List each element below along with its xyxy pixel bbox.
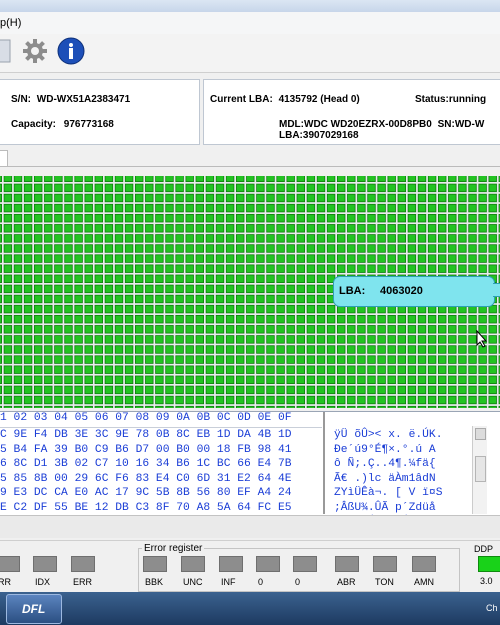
current-lba-row: Current LBA: 4135792 (Head 0) xyxy=(210,94,360,105)
current-lba-value: 4135792 (Head 0) xyxy=(278,94,360,105)
error-register-label: Error register xyxy=(142,543,205,554)
sn-row: S/N: WD-WX51A2383471 xyxy=(11,94,130,105)
model-row: MDL:WDC WD20EZRX-00D8PB0 SN:WD-W xyxy=(279,119,484,130)
error-bit-5-label: ABR xyxy=(337,577,356,587)
lba-total-label: LBA: xyxy=(279,130,303,140)
ascii-row[interactable]: ZYìÜÊà¬. [ V ï¤S xyxy=(334,487,442,499)
error-bit-7-label: AMN xyxy=(414,577,434,587)
ascii-row[interactable]: Ã€ .)lc äÀm1âdN xyxy=(334,473,436,485)
capacity-value: 976773168 xyxy=(63,119,114,130)
status-err-led xyxy=(71,556,95,572)
status-idx-led xyxy=(33,556,57,572)
scroll-up-button[interactable] xyxy=(475,428,486,440)
scroll-thumb[interactable] xyxy=(475,456,486,482)
taskbar-app-button[interactable]: DFL xyxy=(6,594,62,624)
error-bit-3-label: 0 xyxy=(258,577,264,587)
capacity-label: Capacity: xyxy=(11,119,57,130)
taskbar xyxy=(0,592,500,625)
tooltip-label: LBA: xyxy=(339,285,366,297)
error-bit-3-led xyxy=(256,556,280,572)
error-bit-1-label: UNC xyxy=(183,577,203,587)
status-rr-label: RR xyxy=(0,577,11,587)
gear-icon[interactable] xyxy=(21,36,49,66)
ddp-value: 3.0 xyxy=(480,576,493,586)
error-bit-0-label: BBK xyxy=(145,577,164,587)
hex-row[interactable]: 5 B4 FA 39 B0 C9 B6 D7 00 B0 00 18 FB 98… xyxy=(0,444,292,456)
hex-row[interactable]: C 9E F4 DB 3E 3C 9E 78 0B 8C EB 1D DA 4B… xyxy=(0,429,292,441)
status-row: Status:running xyxy=(415,94,486,105)
hex-ascii-divider xyxy=(323,412,325,514)
lba-tooltip: LBA: 4063020 xyxy=(333,276,495,307)
ascii-row[interactable]: ;ÂßU¾.ÛÃ p´Zdüå xyxy=(334,502,436,514)
hex-row[interactable]: 5 85 8B 00 29 6C F6 83 E4 C0 6D 31 E2 64… xyxy=(0,473,292,485)
error-bit-0-led xyxy=(143,556,167,572)
error-bit-6-label: TON xyxy=(375,577,394,587)
title-bar xyxy=(0,0,500,12)
ddp-label: DDP xyxy=(474,544,494,554)
tooltip-tail xyxy=(493,283,500,297)
error-bit-4-led xyxy=(293,556,317,572)
capacity-row: Capacity: 976773168 xyxy=(11,119,114,130)
error-bit-2-label: INF xyxy=(221,577,236,587)
taskbar-right-text: Ch xyxy=(486,603,498,613)
ascii-row[interactable]: ô Ñ;.Ç..4¶.¼fä{ xyxy=(334,458,436,470)
status-idx-label: IDX xyxy=(35,577,51,587)
hex-scrollbar[interactable] xyxy=(472,426,487,514)
error-bit-2-led xyxy=(219,556,243,572)
sn2-label: SN: xyxy=(437,119,455,130)
menu-bar xyxy=(0,12,500,35)
hex-header: 1 02 03 04 05 06 07 08 09 0A 0B 0C 0D 0E… xyxy=(0,412,292,424)
toolbar-button-partial[interactable] xyxy=(0,36,14,66)
info-icon[interactable] xyxy=(56,36,85,66)
lba-total-row: LBA:3907029168 xyxy=(279,130,359,140)
ascii-row[interactable]: Ðe´ú9°É¶×.°.ú A xyxy=(334,444,436,456)
ascii-row[interactable]: ÿÜ õÛ>< x. ë.ÚK. xyxy=(334,429,442,441)
ddp-led xyxy=(478,556,500,572)
error-bit-6-led xyxy=(373,556,397,572)
hex-header-divider xyxy=(0,427,322,428)
error-bit-7-led xyxy=(412,556,436,572)
status-value: running xyxy=(448,94,487,105)
mdl-value: WDC WD20EZRX-00D8PB0 xyxy=(304,119,432,130)
error-bit-5-led xyxy=(335,556,359,572)
sn-value: WD-WX51A2383471 xyxy=(36,94,131,105)
mouse-cursor-icon xyxy=(476,329,488,351)
lba-total-value: 3907029168 xyxy=(302,130,359,140)
sn-label: S/N: xyxy=(11,94,31,105)
tab-edge[interactable] xyxy=(0,150,8,167)
tab-divider xyxy=(0,166,500,167)
error-bit-1-led xyxy=(181,556,205,572)
menu-item-help[interactable]: p(H) xyxy=(0,17,21,29)
status-err-label: ERR xyxy=(73,577,93,587)
taskbar-app-label: DFL xyxy=(22,602,46,616)
current-lba-label: Current LBA: xyxy=(210,94,273,105)
horizontal-scroll-area[interactable] xyxy=(0,515,500,538)
status-label: Status: xyxy=(415,94,449,105)
status-rr-led xyxy=(0,556,20,572)
hex-row[interactable]: 6 8C D1 3B 02 C7 10 16 34 B6 1C BC 66 E4… xyxy=(0,458,292,470)
tooltip-value: 4063020 xyxy=(380,285,423,297)
hex-row[interactable]: E C2 DF 55 BE 12 DB C3 8F 70 A8 5A 64 FC… xyxy=(0,502,292,514)
hex-row[interactable]: 9 E3 DC CA E0 AC 17 9C 5B 8B 56 80 EF A4… xyxy=(0,487,292,499)
mdl-label: MDL: xyxy=(279,119,304,130)
sn2-value: WD-W xyxy=(454,119,485,130)
error-bit-4-label: 0 xyxy=(295,577,301,587)
drive-info-panel xyxy=(0,79,200,145)
